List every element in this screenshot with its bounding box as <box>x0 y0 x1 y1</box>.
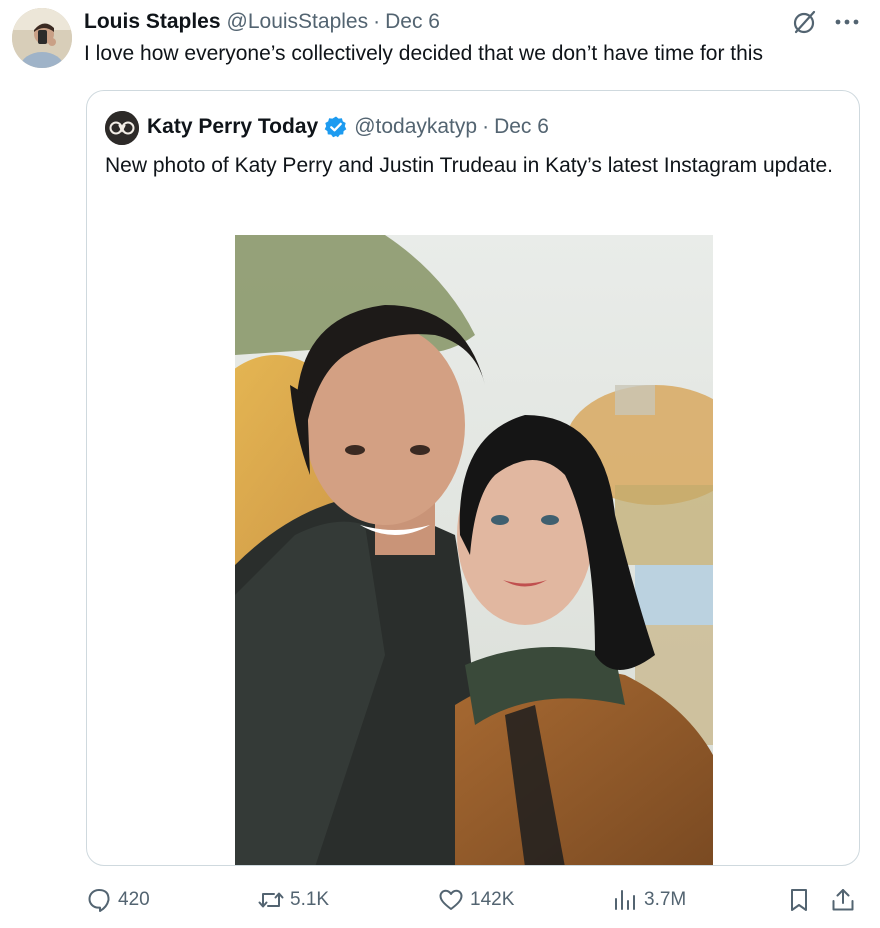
quoted-tweet-card[interactable]: Katy Perry Today @todaykatyp · Dec 6 New… <box>86 90 860 866</box>
tweet-text: I love how everyone’s collectively decid… <box>84 42 763 65</box>
bookmark-button[interactable] <box>786 882 812 918</box>
views-icon <box>615 890 635 910</box>
tweet-header: Louis Staples @LouisStaples · Dec 6 <box>84 8 440 36</box>
reply-icon <box>88 889 110 912</box>
author-handle[interactable]: @LouisStaples <box>227 10 369 34</box>
quoted-author-avatar[interactable] <box>105 111 139 145</box>
share-icon <box>832 889 854 911</box>
like-button[interactable]: 142K <box>438 882 514 918</box>
tweet-action-bar: 420 5.1K 142K 3.7M <box>0 882 880 918</box>
more-icon[interactable] <box>832 9 862 35</box>
quoted-author-avatar-image <box>105 111 139 145</box>
reply-count: 420 <box>118 889 150 910</box>
author-avatar-image <box>12 8 72 68</box>
quoted-header-separator: · <box>482 115 490 138</box>
verified-badge-icon[interactable] <box>324 115 348 139</box>
author-avatar[interactable] <box>12 8 72 68</box>
like-count: 142K <box>470 889 515 910</box>
tweet-date[interactable]: Dec 6 <box>385 10 440 34</box>
retweet-count: 5.1K <box>290 889 330 910</box>
quoted-tweet-photo[interactable] <box>235 235 713 865</box>
quoted-tweet-date[interactable]: Dec 6 <box>494 115 549 139</box>
like-icon <box>439 889 463 910</box>
views-count: 3.7M <box>644 889 687 910</box>
photo-illustration <box>235 235 713 865</box>
author-name[interactable]: Louis Staples <box>84 10 221 34</box>
quoted-tweet-header: Katy Perry Today @todaykatyp · Dec 6 <box>147 113 549 141</box>
bookmark-icon <box>791 889 807 911</box>
header-separator: · <box>373 10 381 33</box>
quoted-author-handle[interactable]: @todaykatyp <box>354 115 477 139</box>
quoted-tweet-text: New photo of Katy Perry and Justin Trude… <box>105 154 834 177</box>
views-button[interactable]: 3.7M <box>612 882 686 918</box>
retweet-button[interactable]: 5.1K <box>258 882 329 918</box>
reply-button[interactable]: 420 <box>86 882 150 918</box>
grok-icon[interactable] <box>792 9 818 35</box>
share-button[interactable] <box>830 882 856 918</box>
retweet-icon <box>258 892 284 908</box>
quoted-author-name[interactable]: Katy Perry Today <box>147 115 318 139</box>
